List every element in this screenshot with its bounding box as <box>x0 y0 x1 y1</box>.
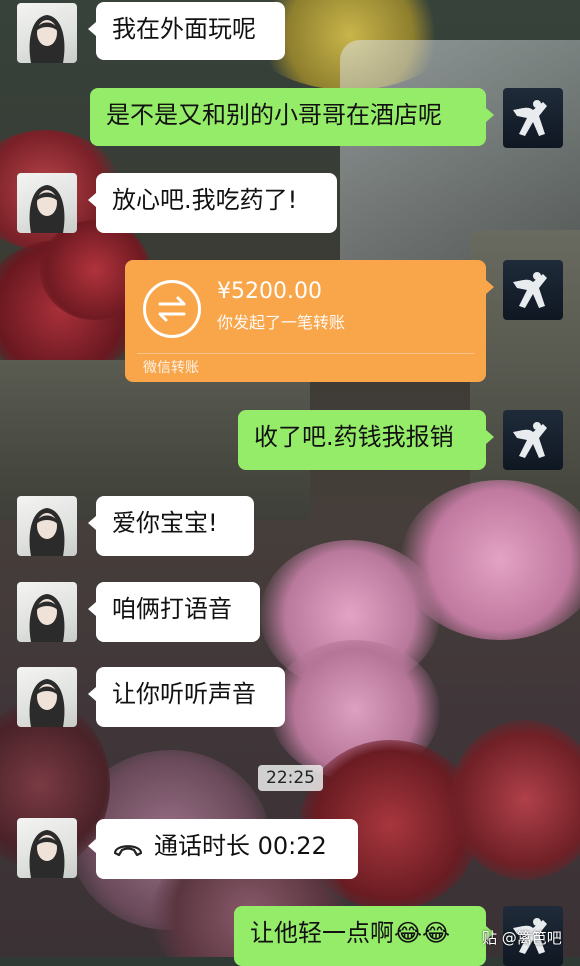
message-text: 是不是又和别的小哥哥在酒店呢 <box>106 101 442 129</box>
call-duration-text: 通话时长 00:22 <box>154 832 327 860</box>
exchange-arrows-icon <box>143 280 201 338</box>
incoming-message-bubble[interactable]: 爱你宝宝! <box>88 496 254 556</box>
message-text: 放心吧.我吃药了! <box>112 186 298 214</box>
incoming-message-bubble[interactable]: 我在外面玩呢 <box>88 2 285 60</box>
contact-avatar[interactable] <box>17 818 77 878</box>
message-text: 爱你宝宝! <box>112 509 218 537</box>
timestamp: 22:25 <box>258 765 323 791</box>
contact-avatar[interactable] <box>17 667 77 727</box>
outgoing-message-bubble[interactable]: 让他轻一点啊😂😂 <box>234 906 494 966</box>
outgoing-message-bubble[interactable]: 是不是又和别的小哥哥在酒店呢 <box>90 88 494 146</box>
message-text: 咱俩打语音 <box>112 595 232 623</box>
contact-avatar[interactable] <box>17 3 77 63</box>
outgoing-message-bubble[interactable]: 收了吧.药钱我报销 <box>238 410 494 470</box>
money-transfer-card[interactable]: ¥5200.00 你发起了一笔转账 微信转账 <box>125 260 494 382</box>
divider <box>137 353 474 354</box>
incoming-message-bubble[interactable]: 咱俩打语音 <box>88 582 260 642</box>
contact-avatar[interactable] <box>17 496 77 556</box>
message-text: 我在外面玩呢 <box>112 15 256 43</box>
transfer-note: 你发起了一笔转账 <box>217 313 346 332</box>
user-avatar[interactable] <box>503 260 563 320</box>
contact-avatar[interactable] <box>17 582 77 642</box>
incoming-message-bubble[interactable]: 让你听听声音 <box>88 667 285 727</box>
user-avatar[interactable] <box>503 88 563 148</box>
watermark: 贴 @篱笆吧 <box>482 929 562 947</box>
message-text: 让他轻一点啊😂😂 <box>250 919 451 947</box>
transfer-amount: ¥5200.00 <box>217 279 322 304</box>
incoming-message-bubble[interactable]: 放心吧.我吃药了! <box>88 173 337 233</box>
user-avatar[interactable] <box>503 410 563 470</box>
phone-icon <box>113 845 143 857</box>
transfer-footer-label: 微信转账 <box>143 360 199 376</box>
contact-avatar[interactable] <box>17 173 77 233</box>
message-text: 让你听听声音 <box>112 680 256 708</box>
voice-call-record[interactable]: 通话时长 00:22 <box>88 819 358 879</box>
message-text: 收了吧.药钱我报销 <box>254 423 454 451</box>
